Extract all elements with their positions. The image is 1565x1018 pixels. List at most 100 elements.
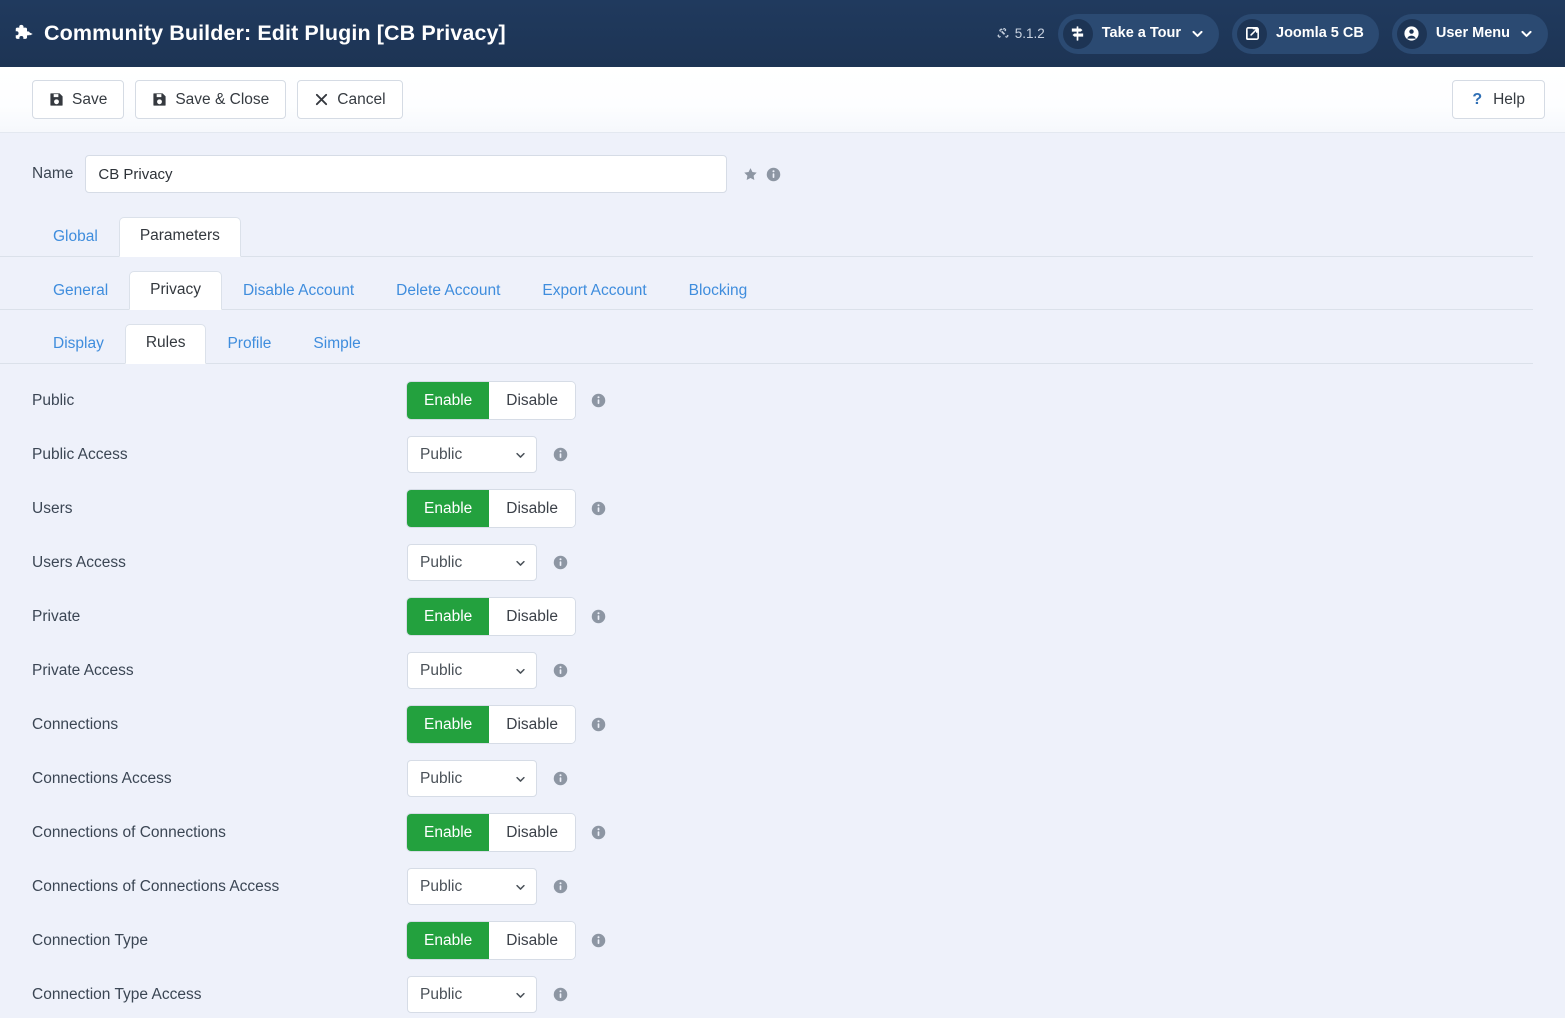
access-select-connection-type-access[interactable]: Public bbox=[407, 976, 537, 1014]
info-circle-icon[interactable] bbox=[553, 879, 568, 894]
access-select-connections-access[interactable]: Public bbox=[407, 760, 537, 798]
enable-button-users[interactable]: Enable bbox=[407, 490, 490, 528]
external-link-icon bbox=[1237, 18, 1268, 49]
disable-button-connections[interactable]: Disable bbox=[489, 706, 575, 744]
form-row-public-access: Public Access Public bbox=[0, 428, 1565, 482]
cancel-button[interactable]: Cancel bbox=[297, 80, 403, 119]
cancel-button-label: Cancel bbox=[337, 90, 386, 108]
row-label-users-access: Users Access bbox=[32, 554, 126, 572]
info-circle-icon[interactable] bbox=[553, 555, 568, 570]
tab-delete-account[interactable]: Delete Account bbox=[375, 272, 521, 311]
info-circle-icon[interactable] bbox=[553, 663, 568, 678]
row-control-connection-type-access: Public bbox=[407, 976, 568, 1014]
tab-profile[interactable]: Profile bbox=[206, 325, 292, 364]
tabs-level-3: Display Rules Profile Simple bbox=[0, 324, 1533, 364]
row-label-connection-type: Connection Type bbox=[32, 932, 149, 950]
form-row-connection-type: Connection Type Enable Disable bbox=[0, 914, 1565, 968]
page-title: Community Builder: Edit Plugin [CB Priva… bbox=[44, 21, 506, 45]
info-circle-icon[interactable] bbox=[591, 501, 606, 516]
info-circle-icon[interactable] bbox=[553, 987, 568, 1002]
save-and-close-button[interactable]: Save & Close bbox=[135, 80, 287, 119]
disable-button-private[interactable]: Disable bbox=[489, 598, 575, 636]
save-button-label: Save bbox=[72, 90, 108, 108]
toggle-group-connections-of-connections: Enable Disable bbox=[407, 814, 575, 852]
select-wrapper-users-access: Public bbox=[407, 544, 537, 582]
joomla-version-label: 5.1.2 bbox=[1014, 26, 1045, 41]
enable-button-connection-type[interactable]: Enable bbox=[407, 922, 490, 960]
enable-button-connections[interactable]: Enable bbox=[407, 706, 490, 744]
take-a-tour-button[interactable]: Take a Tour bbox=[1057, 13, 1220, 54]
info-circle-icon[interactable] bbox=[591, 393, 606, 408]
info-circle-icon[interactable] bbox=[591, 825, 606, 840]
disable-button-users[interactable]: Disable bbox=[489, 490, 575, 528]
row-control-connections-access: Public bbox=[407, 760, 568, 798]
row-label-connections: Connections bbox=[32, 716, 119, 734]
toggle-group-connections: Enable Disable bbox=[407, 706, 575, 744]
access-select-connections-of-connections-access[interactable]: Public bbox=[407, 868, 537, 906]
joomla-site-label: Joomla 5 CB bbox=[1276, 25, 1364, 42]
tab-blocking[interactable]: Blocking bbox=[668, 272, 769, 311]
floppy-disk-icon bbox=[50, 93, 63, 106]
signpost-icon bbox=[1062, 18, 1093, 49]
info-circle-icon[interactable] bbox=[591, 933, 606, 948]
row-control-private-access: Public bbox=[407, 652, 568, 690]
row-control-connections-of-connections: Enable Disable bbox=[407, 814, 606, 852]
row-label-connections-of-connections: Connections of Connections bbox=[32, 824, 226, 842]
joomla-version: 5.1.2 bbox=[996, 26, 1045, 41]
info-circle-icon[interactable] bbox=[591, 717, 606, 732]
name-input[interactable] bbox=[85, 155, 728, 193]
row-control-connections: Enable Disable bbox=[407, 706, 606, 744]
disable-button-connection-type[interactable]: Disable bbox=[489, 922, 575, 960]
tab-simple[interactable]: Simple bbox=[292, 325, 381, 364]
row-label-public-access: Public Access bbox=[32, 446, 128, 464]
name-field-row: Name bbox=[0, 133, 1565, 193]
form-row-private-access: Private Access Public bbox=[0, 644, 1565, 698]
joomla-site-button[interactable]: Joomla 5 CB bbox=[1232, 13, 1379, 54]
select-wrapper-private-access: Public bbox=[407, 652, 537, 690]
save-and-close-button-label: Save & Close bbox=[175, 90, 270, 108]
tab-privacy[interactable]: Privacy bbox=[129, 270, 222, 311]
toggle-group-users: Enable Disable bbox=[407, 490, 575, 528]
access-select-private-access[interactable]: Public bbox=[407, 652, 537, 690]
user-circle-icon bbox=[1396, 18, 1427, 49]
toggle-group-connection-type: Enable Disable bbox=[407, 922, 575, 960]
chevron-down-icon bbox=[1521, 30, 1532, 37]
help-button[interactable]: ? Help bbox=[1452, 80, 1545, 119]
take-a-tour-label: Take a Tour bbox=[1101, 25, 1182, 42]
form-row-public: Public Enable Disable bbox=[0, 374, 1565, 428]
row-control-public-access: Public bbox=[407, 436, 568, 474]
editor-content: Name Global Parameters General Privacy bbox=[0, 133, 1565, 1018]
select-wrapper-connections-of-connections-access: Public bbox=[407, 868, 537, 906]
chevron-down-icon bbox=[1192, 30, 1203, 37]
top-header-bar: Community Builder: Edit Plugin [CB Priva… bbox=[0, 0, 1565, 67]
header-brand: Community Builder: Edit Plugin [CB Priva… bbox=[13, 21, 506, 46]
form-row-connections-access: Connections Access Public bbox=[0, 752, 1565, 806]
save-button[interactable]: Save bbox=[32, 80, 125, 119]
info-circle-icon[interactable] bbox=[591, 609, 606, 624]
tab-disable-account[interactable]: Disable Account bbox=[222, 272, 375, 311]
form-row-connection-type-access: Connection Type Access Public bbox=[0, 968, 1565, 1018]
tab-display[interactable]: Display bbox=[32, 325, 125, 364]
enable-button-public[interactable]: Enable bbox=[407, 382, 490, 420]
user-menu-button[interactable]: User Menu bbox=[1391, 13, 1548, 54]
tab-rules[interactable]: Rules bbox=[124, 324, 207, 364]
info-circle-icon[interactable] bbox=[553, 447, 568, 462]
disable-button-public[interactable]: Disable bbox=[489, 382, 575, 420]
disable-button-connections-of-connections[interactable]: Disable bbox=[489, 814, 575, 852]
info-circle-icon[interactable] bbox=[553, 771, 568, 786]
info-circle-icon[interactable] bbox=[766, 167, 781, 182]
rules-form: Public Enable Disable Public Access Public Us… bbox=[0, 364, 1565, 1018]
tab-global[interactable]: Global bbox=[32, 218, 119, 257]
access-select-public-access[interactable]: Public bbox=[407, 436, 537, 474]
toggle-group-public: Enable Disable bbox=[407, 382, 575, 420]
access-select-users-access[interactable]: Public bbox=[407, 544, 537, 582]
header-actions: 5.1.2 Take a Tour Joomla 5 CB User Menu bbox=[996, 13, 1548, 54]
select-wrapper-connections-access: Public bbox=[407, 760, 537, 798]
enable-button-connections-of-connections[interactable]: Enable bbox=[407, 814, 490, 852]
tab-parameters[interactable]: Parameters bbox=[118, 217, 241, 257]
star-icon[interactable] bbox=[743, 167, 758, 182]
tab-general[interactable]: General bbox=[32, 272, 129, 311]
row-label-connections-of-connections-access: Connections of Connections Access bbox=[32, 878, 280, 896]
enable-button-private[interactable]: Enable bbox=[407, 598, 490, 636]
tab-export-account[interactable]: Export Account bbox=[521, 272, 667, 311]
